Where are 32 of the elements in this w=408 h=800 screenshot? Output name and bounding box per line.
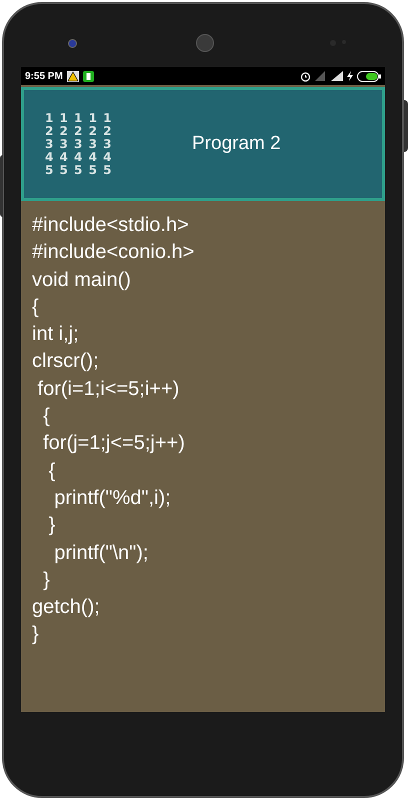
code-line: #include<conio.h> (32, 240, 196, 266)
code-line: { (32, 294, 40, 320)
code-line: clrscr(); (32, 349, 100, 374)
code-line: printf("\n"); (53, 540, 150, 566)
code-line: printf("%d",i); (53, 486, 172, 511)
output-line: 5 5 5 5 5 (45, 164, 114, 176)
camera-icon (68, 39, 77, 48)
battery-level-icon (357, 70, 381, 82)
status-time: 9:55 PM (25, 70, 63, 84)
program-title: Program 2 (192, 132, 281, 156)
output-line: 4 4 4 4 4 (45, 150, 114, 164)
code-line: void main() (32, 268, 132, 293)
warning-icon (66, 70, 79, 82)
code-line: { (42, 404, 51, 430)
code-line: } (42, 568, 51, 593)
output-line: 2 2 2 2 2 (45, 124, 114, 138)
speaker-icon (196, 34, 214, 52)
battery-icon (82, 70, 94, 82)
alarm-icon (300, 70, 311, 82)
code-line: } (48, 513, 56, 538)
code-line: } (32, 622, 40, 648)
code-line: for(j=1;j<=5;j++) (42, 431, 186, 456)
code-line: { (48, 458, 56, 484)
code-line: int i,j; (32, 322, 80, 348)
output-line: 1 1 1 1 1 (45, 112, 114, 124)
output-line: 3 3 3 3 3 (45, 138, 114, 150)
charging-icon (347, 71, 353, 81)
signal-icon (315, 71, 327, 81)
signal-icon (331, 71, 343, 81)
code-line: for(i=1;i<=5;i++) (36, 376, 180, 402)
code-line: getch(); (32, 595, 101, 620)
code-line: #include<stdio.h> (32, 213, 190, 238)
